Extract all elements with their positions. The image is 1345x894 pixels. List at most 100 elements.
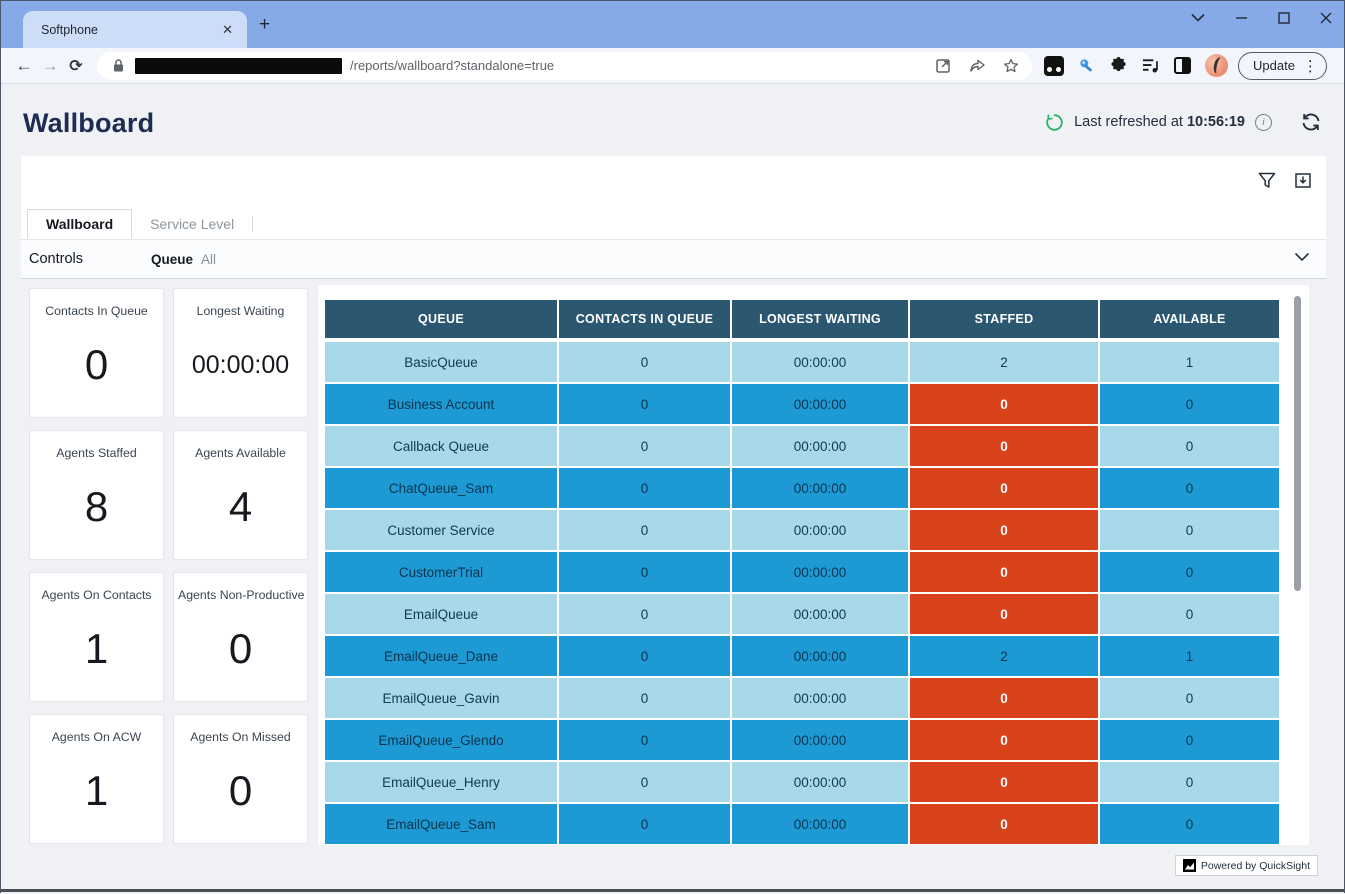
queue-table-card: QUEUECONTACTS IN QUEUELONGEST WAITINGSTA…	[318, 285, 1309, 845]
staffed-cell[interactable]: 0	[910, 552, 1098, 592]
available-cell[interactable]: 0	[1100, 552, 1279, 592]
refresh-button[interactable]	[1300, 112, 1322, 132]
window-close-button[interactable]	[1320, 12, 1332, 24]
queue-cell[interactable]: EmailQueue_Dane	[325, 636, 557, 676]
contacts-in-queue-cell[interactable]: 0	[559, 426, 730, 466]
staffed-cell[interactable]: 2	[910, 636, 1098, 676]
staffed-cell[interactable]: 0	[910, 510, 1098, 550]
back-button[interactable]: ←	[11, 53, 37, 79]
dashboard-tab-service-level[interactable]: Service Level	[132, 209, 252, 239]
longest-waiting-cell[interactable]: 00:00:00	[732, 552, 908, 592]
window-menu-chevron-icon[interactable]	[1191, 13, 1205, 22]
controls-collapse-chevron-icon[interactable]	[1294, 252, 1310, 262]
share-icon[interactable]	[968, 57, 986, 75]
info-icon[interactable]: i	[1255, 114, 1272, 131]
queue-cell[interactable]: EmailQueue	[325, 594, 557, 634]
staffed-cell[interactable]: 0	[910, 594, 1098, 634]
table-scrollbar-thumb[interactable]	[1294, 296, 1301, 591]
longest-waiting-cell[interactable]: 00:00:00	[732, 594, 908, 634]
address-bar[interactable]: /reports/wallboard?standalone=true	[97, 52, 1032, 80]
quicksight-logo-icon	[1183, 859, 1196, 872]
contacts-in-queue-cell[interactable]: 0	[559, 594, 730, 634]
available-cell[interactable]: 0	[1100, 426, 1279, 466]
column-header-contacts-in-queue[interactable]: CONTACTS IN QUEUE	[559, 300, 730, 338]
available-cell[interactable]: 0	[1100, 720, 1279, 760]
new-tab-button[interactable]: +	[259, 15, 270, 34]
dashboard-tab-wallboard[interactable]: Wallboard	[27, 209, 132, 239]
open-in-new-icon[interactable]	[934, 57, 952, 75]
queue-cell[interactable]: Business Account	[325, 384, 557, 424]
staffed-cell[interactable]: 0	[910, 426, 1098, 466]
extensions-puzzle-icon[interactable]	[1110, 57, 1128, 75]
queue-cell[interactable]: BasicQueue	[325, 342, 557, 382]
available-cell[interactable]: 0	[1100, 510, 1279, 550]
tab-close-icon[interactable]: ✕	[218, 20, 237, 40]
longest-waiting-cell[interactable]: 00:00:00	[732, 342, 908, 382]
queue-cell[interactable]: CustomerTrial	[325, 552, 557, 592]
queue-cell[interactable]: EmailQueue_Henry	[325, 762, 557, 802]
staffed-cell[interactable]: 0	[910, 468, 1098, 508]
staffed-cell[interactable]: 0	[910, 678, 1098, 718]
staffed-cell[interactable]: 0	[910, 384, 1098, 424]
queue-cell[interactable]: EmailQueue_Gavin	[325, 678, 557, 718]
contacts-in-queue-cell[interactable]: 0	[559, 510, 730, 550]
playlist-extension-icon[interactable]	[1142, 57, 1160, 75]
available-cell[interactable]: 0	[1100, 468, 1279, 508]
reload-button[interactable]: ⟳	[63, 53, 89, 79]
longest-waiting-cell[interactable]: 00:00:00	[732, 468, 908, 508]
longest-waiting-cell[interactable]: 00:00:00	[732, 678, 908, 718]
queue-cell[interactable]: Customer Service	[325, 510, 557, 550]
available-cell[interactable]: 0	[1100, 762, 1279, 802]
contacts-in-queue-cell[interactable]: 0	[559, 678, 730, 718]
staffed-cell[interactable]: 0	[910, 804, 1098, 844]
filter-icon[interactable]	[1258, 172, 1276, 189]
forward-button[interactable]: →	[37, 53, 63, 79]
available-cell[interactable]: 0	[1100, 804, 1279, 844]
extension-dots-icon[interactable]	[1044, 56, 1064, 76]
contacts-in-queue-cell[interactable]: 0	[559, 342, 730, 382]
longest-waiting-cell[interactable]: 00:00:00	[732, 384, 908, 424]
available-cell[interactable]: 0	[1100, 594, 1279, 634]
contacts-in-queue-cell[interactable]: 0	[559, 468, 730, 508]
longest-waiting-cell[interactable]: 00:00:00	[732, 804, 908, 844]
available-cell[interactable]: 1	[1100, 636, 1279, 676]
contacts-in-queue-cell[interactable]: 0	[559, 804, 730, 844]
staffed-cell[interactable]: 0	[910, 762, 1098, 802]
staffed-cell[interactable]: 2	[910, 342, 1098, 382]
update-button[interactable]: Update ⋮	[1238, 52, 1327, 80]
queue-filter-value[interactable]: All	[201, 252, 216, 267]
side-panel-icon[interactable]	[1174, 57, 1191, 74]
profile-avatar[interactable]	[1205, 54, 1228, 77]
column-header-available[interactable]: AVAILABLE	[1100, 300, 1279, 338]
column-header-queue[interactable]: QUEUE	[325, 300, 557, 338]
longest-waiting-cell[interactable]: 00:00:00	[732, 426, 908, 466]
extension-key-icon[interactable]	[1078, 57, 1096, 75]
staffed-cell[interactable]: 0	[910, 720, 1098, 760]
queue-cell[interactable]: ChatQueue_Sam	[325, 468, 557, 508]
contacts-in-queue-cell[interactable]: 0	[559, 720, 730, 760]
window-minimize-button[interactable]	[1235, 11, 1248, 24]
contacts-in-queue-cell[interactable]: 0	[559, 762, 730, 802]
kpi-value: 0	[30, 335, 163, 395]
contacts-in-queue-cell[interactable]: 0	[559, 636, 730, 676]
export-download-icon[interactable]	[1294, 172, 1312, 189]
bookmark-star-icon[interactable]	[1002, 57, 1020, 75]
contacts-in-queue-cell[interactable]: 0	[559, 552, 730, 592]
column-header-longest-waiting[interactable]: LONGEST WAITING	[732, 300, 908, 338]
available-cell[interactable]: 0	[1100, 384, 1279, 424]
available-cell[interactable]: 1	[1100, 342, 1279, 382]
queue-cell[interactable]: Callback Queue	[325, 426, 557, 466]
longest-waiting-cell[interactable]: 00:00:00	[732, 636, 908, 676]
queue-cell[interactable]: EmailQueue_Sam	[325, 804, 557, 844]
queue-cell[interactable]: EmailQueue_Glendo	[325, 720, 557, 760]
longest-waiting-cell[interactable]: 00:00:00	[732, 510, 908, 550]
longest-waiting-cell[interactable]: 00:00:00	[732, 720, 908, 760]
longest-waiting-cell[interactable]: 00:00:00	[732, 762, 908, 802]
chrome-menu-kebab-icon[interactable]: ⋮	[1303, 57, 1318, 75]
window-maximize-button[interactable]	[1278, 12, 1290, 24]
tab-separator	[252, 216, 253, 232]
available-cell[interactable]: 0	[1100, 678, 1279, 718]
column-header-staffed[interactable]: STAFFED	[910, 300, 1098, 338]
browser-tab-softphone[interactable]: Softphone ✕	[23, 11, 247, 48]
contacts-in-queue-cell[interactable]: 0	[559, 384, 730, 424]
